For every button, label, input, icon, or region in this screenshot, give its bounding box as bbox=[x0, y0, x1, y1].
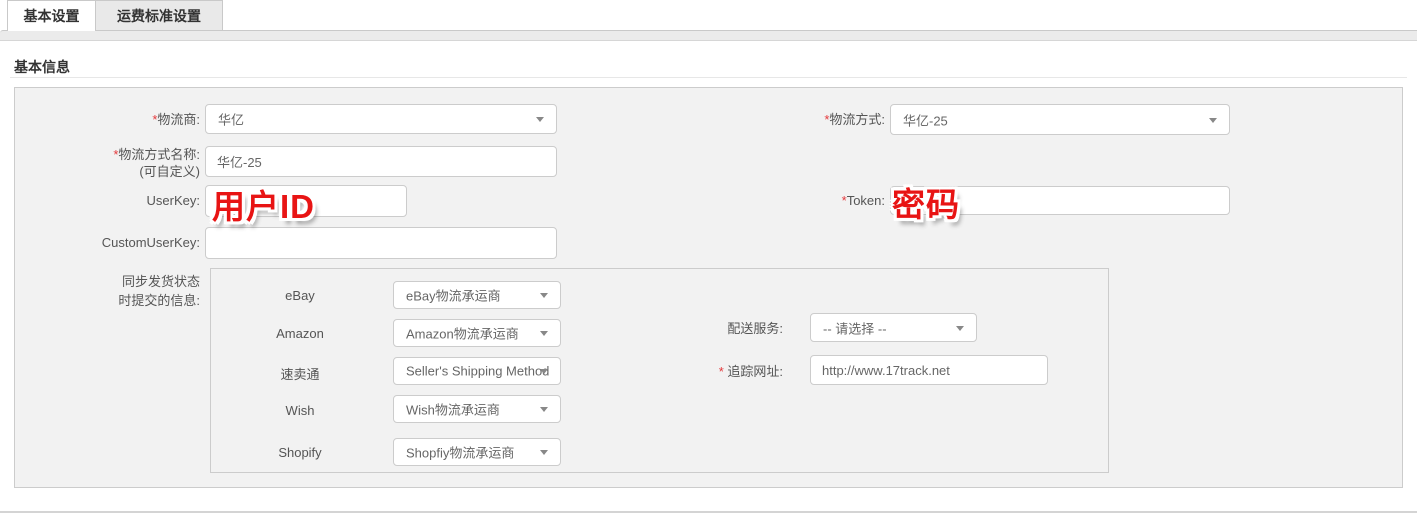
sync-label-line2: 时提交的信息: bbox=[14, 291, 200, 310]
chevron-down-icon bbox=[536, 117, 544, 122]
logistics-method-label-text: 物流方式: bbox=[829, 112, 885, 127]
sync-section-label: 同步发货状态 时提交的信息: bbox=[14, 272, 200, 310]
userkey-label: UserKey: bbox=[14, 192, 200, 209]
amazon-carrier-select[interactable]: Amazon物流承运商 bbox=[393, 319, 561, 347]
method-name-label-line1: 物流方式名称: bbox=[118, 147, 200, 162]
logistics-provider-value: 华亿 bbox=[218, 110, 244, 129]
chevron-down-icon bbox=[540, 407, 548, 412]
method-name-label-line2: (可自定义) bbox=[14, 163, 200, 180]
section-title-basic-info: 基本信息 bbox=[14, 57, 70, 77]
sync-label-line1: 同步发货状态 bbox=[14, 272, 200, 291]
section-divider bbox=[10, 77, 1407, 78]
logistics-method-select[interactable]: 华亿-25 bbox=[890, 104, 1230, 135]
custom-userkey-input[interactable] bbox=[205, 227, 557, 259]
delivery-service-label: 配送服务: bbox=[650, 320, 783, 337]
token-label-text: Token: bbox=[847, 193, 885, 208]
delivery-service-value: -- 请选择 -- bbox=[823, 318, 887, 337]
logistics-method-value: 华亿-25 bbox=[903, 110, 948, 129]
shopify-carrier-select[interactable]: Shopfiy物流承运商 bbox=[393, 438, 561, 466]
custom-userkey-label: CustomUserKey: bbox=[14, 234, 200, 251]
chevron-down-icon bbox=[540, 331, 548, 336]
bottom-divider bbox=[0, 511, 1417, 513]
chevron-down-icon bbox=[540, 293, 548, 298]
token-input[interactable] bbox=[890, 186, 1230, 215]
token-label: *Token: bbox=[700, 192, 885, 209]
shopify-carrier-value: Shopfiy物流承运商 bbox=[406, 443, 514, 462]
logistics-provider-label-text: 物流商: bbox=[157, 112, 200, 127]
settings-page: 基本设置 运费标准设置 基本信息 *物流商: 华亿 *物流方式: 华亿-25 *… bbox=[0, 0, 1417, 516]
tracking-url-label: * 追踪网址: bbox=[650, 363, 783, 380]
platform-label-aliexpress: 速卖通 bbox=[240, 364, 360, 383]
required-asterisk: * bbox=[719, 364, 724, 379]
logistics-provider-select[interactable]: 华亿 bbox=[205, 104, 557, 134]
ebay-carrier-value: eBay物流承运商 bbox=[406, 286, 501, 305]
tabbar-strip bbox=[0, 30, 1417, 41]
aliexpress-carrier-select[interactable]: Seller's Shipping Method bbox=[393, 357, 561, 385]
logistics-method-label: *物流方式: bbox=[700, 111, 885, 128]
chevron-down-icon bbox=[540, 369, 548, 374]
platform-label-shopify: Shopify bbox=[240, 445, 360, 460]
tab-freight-settings[interactable]: 运费标准设置 bbox=[95, 0, 223, 31]
tab-basic-settings[interactable]: 基本设置 bbox=[7, 0, 96, 31]
amazon-carrier-value: Amazon物流承运商 bbox=[406, 324, 519, 343]
ebay-carrier-select[interactable]: eBay物流承运商 bbox=[393, 281, 561, 309]
wish-carrier-value: Wish物流承运商 bbox=[406, 400, 500, 419]
tracking-url-label-text: 追踪网址: bbox=[727, 364, 783, 379]
tracking-url-input[interactable] bbox=[810, 355, 1048, 385]
platform-label-amazon: Amazon bbox=[240, 326, 360, 341]
chevron-down-icon bbox=[956, 326, 964, 331]
chevron-down-icon bbox=[540, 450, 548, 455]
method-name-input[interactable] bbox=[205, 146, 557, 177]
userkey-input[interactable] bbox=[205, 185, 407, 217]
method-name-label: *物流方式名称: (可自定义) bbox=[14, 146, 200, 180]
aliexpress-carrier-value: Seller's Shipping Method bbox=[406, 364, 549, 379]
logistics-provider-label: *物流商: bbox=[14, 111, 200, 128]
chevron-down-icon bbox=[1209, 118, 1217, 123]
platform-label-ebay: eBay bbox=[240, 288, 360, 303]
delivery-service-select[interactable]: -- 请选择 -- bbox=[810, 313, 977, 342]
platform-label-wish: Wish bbox=[240, 403, 360, 418]
wish-carrier-select[interactable]: Wish物流承运商 bbox=[393, 395, 561, 423]
